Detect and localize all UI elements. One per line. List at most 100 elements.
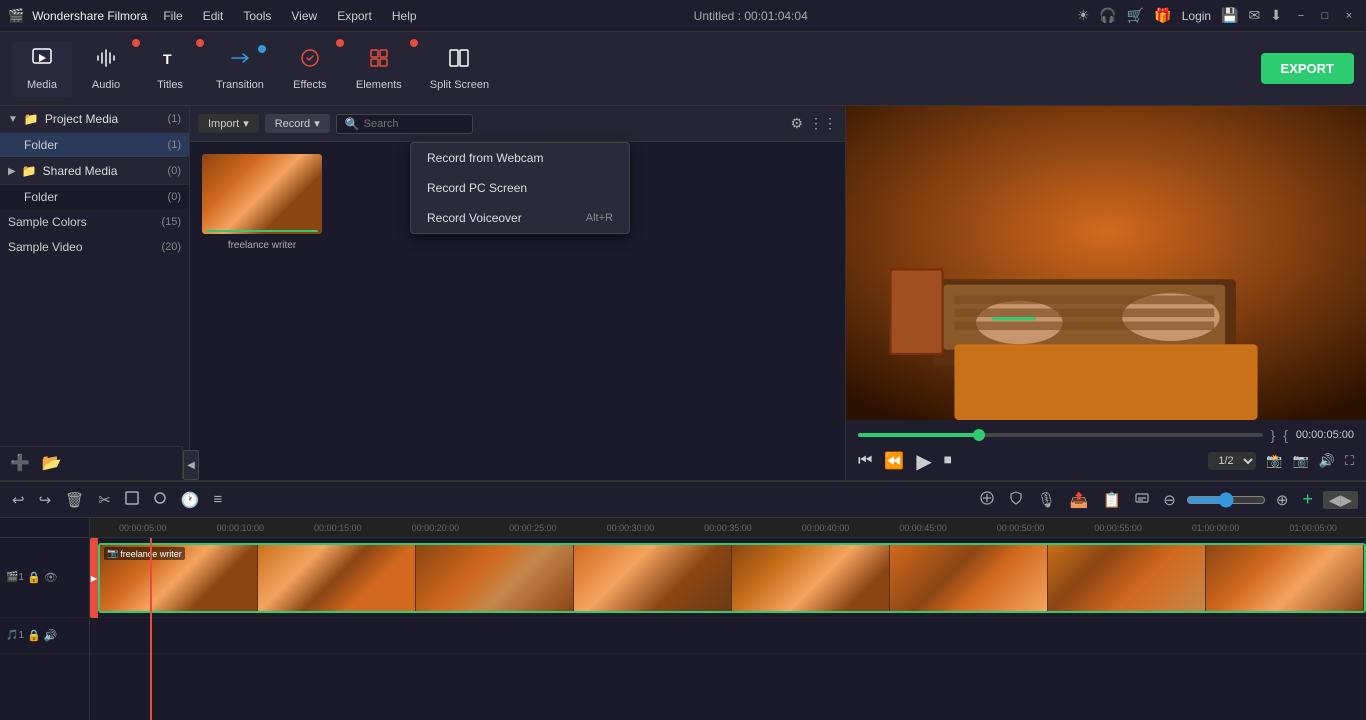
grid-icon[interactable]: ⋮⋮ (809, 115, 837, 132)
menu-tools[interactable]: Tools (235, 7, 279, 25)
bracket-right-icon[interactable]: { (1283, 427, 1288, 443)
audio-track-row (90, 618, 1366, 654)
toolbar-effects[interactable]: Effects (280, 41, 340, 97)
minimize-button[interactable]: − (1292, 7, 1310, 25)
audio-mute-icon[interactable]: 🔊 (44, 629, 58, 642)
dropdown-record-voiceover[interactable]: Record Voiceover Alt+R (411, 203, 629, 233)
camera-icon[interactable]: 📷 (1293, 453, 1309, 469)
toolbar-audio[interactable]: Audio (76, 41, 136, 97)
new-folder-icon[interactable]: ➕ (10, 453, 30, 473)
toolbar-transition[interactable]: Transition (204, 41, 276, 97)
zoom-in-button[interactable]: ⊕ (1272, 489, 1293, 511)
cart-icon[interactable]: 🛒 (1127, 7, 1144, 24)
headset-icon[interactable]: 🎧 (1099, 7, 1116, 24)
gift-icon[interactable]: 🎁 (1154, 7, 1171, 24)
media-thumb-progress (206, 230, 318, 232)
export-button[interactable]: EXPORT (1261, 53, 1354, 84)
circle-button[interactable] (149, 489, 171, 511)
menu-export[interactable]: Export (329, 7, 380, 25)
dropdown-record-screen[interactable]: Record PC Screen (411, 173, 629, 203)
menu-help[interactable]: Help (384, 7, 425, 25)
svg-text:T: T (163, 51, 172, 67)
sidebar-item-folder-shared[interactable]: Folder (0) (0, 185, 189, 210)
dropdown-record-webcam[interactable]: Record from Webcam (411, 143, 629, 173)
clock-button[interactable]: 🕐 (177, 489, 204, 511)
record-webcam-label: Record from Webcam (427, 151, 543, 165)
undo-button[interactable]: ↩ (8, 489, 29, 511)
sun-icon[interactable]: ☀ (1077, 7, 1090, 24)
tick-7: 00:00:40:00 (777, 523, 875, 533)
redo-button[interactable]: ↪ (35, 489, 56, 511)
maximize-button[interactable]: □ (1316, 7, 1334, 25)
sidebar-collapse-button[interactable]: ◀ (183, 450, 190, 480)
bracket-left-icon[interactable]: } (1271, 427, 1276, 443)
delete-button[interactable]: 🗑 (61, 489, 88, 511)
play-button[interactable]: ▶ (916, 449, 931, 474)
stop-button[interactable]: ⏹ (944, 452, 952, 470)
sidebar-header-project[interactable]: ▼ 📁 Project Media (1) (0, 106, 189, 133)
ctrl-right: 1/2 📸 📷 🔊 ⛶ (1208, 452, 1354, 470)
titles-dot (196, 39, 204, 47)
video-track-icons: 🎬1 🔒 👁 (6, 571, 83, 584)
cut-button[interactable]: ✂ (94, 489, 115, 511)
upload-icon[interactable]: 📤 (1066, 489, 1093, 511)
window-controls[interactable]: − □ × (1292, 7, 1358, 25)
search-input[interactable] (364, 118, 464, 130)
prev-frame-button[interactable]: ⏮ (858, 452, 872, 470)
volume-icon[interactable]: 🔊 (1319, 453, 1335, 469)
noise-icon[interactable] (975, 488, 999, 512)
screenshot-icon[interactable]: 📸 (1266, 453, 1282, 469)
sample-colors-count: (15) (161, 216, 181, 228)
toolbar-media[interactable]: Media (12, 41, 72, 97)
collapse-track-button[interactable]: ◀▶ (1323, 491, 1358, 509)
preview-panel: } { 00:00:05:00 ⏮ ⏪ ▶ ⏹ 1/2 📸 📷 🔊 ⛶ (846, 106, 1366, 480)
sidebar-item-sample-colors[interactable]: Sample Colors (15) (0, 210, 189, 235)
import-button[interactable]: Import ▾ (198, 114, 259, 133)
sidebar-section-shared: ▶ 📁 Shared Media (0) Folder (0) (0, 158, 189, 210)
menu-edit[interactable]: Edit (195, 7, 232, 25)
sidebar-item-sample-video[interactable]: Sample Video (20) (0, 235, 189, 260)
shield-icon[interactable] (1005, 489, 1027, 511)
fullscreen-icon[interactable]: ⛶ (1345, 453, 1354, 469)
login-button[interactable]: Login (1182, 9, 1211, 23)
menu-file[interactable]: File (155, 7, 190, 25)
video-track-controls: 🎬1 🔒 👁 (0, 538, 89, 618)
zoom-slider[interactable] (1186, 492, 1266, 508)
record-button[interactable]: Record ▾ (265, 114, 330, 133)
quality-selector[interactable]: 1/2 (1208, 452, 1256, 470)
settings-button[interactable]: ≡ (209, 489, 226, 510)
download-icon[interactable]: ⬇ (1270, 7, 1282, 24)
filter-icon[interactable]: ⚙ (790, 115, 803, 132)
toolbar-titles[interactable]: T Titles (140, 41, 200, 97)
menu-bar[interactable]: File Edit Tools View Export Help (155, 7, 424, 25)
lock-icon[interactable]: 🔒 (27, 571, 41, 584)
mail-icon[interactable]: ✉ (1249, 7, 1261, 24)
search-box[interactable]: 🔍 (336, 114, 473, 134)
zoom-out-button[interactable]: ⊖ (1159, 489, 1180, 511)
playhead[interactable] (150, 538, 152, 720)
toolbar-split-screen[interactable]: Split Screen (418, 41, 501, 97)
crop-button[interactable] (121, 489, 143, 511)
collapse-arrow-icon: ◀ (187, 460, 190, 471)
media-item-0[interactable]: freelance writer (202, 154, 322, 251)
sidebar-header-shared[interactable]: ▶ 📁 Shared Media (0) (0, 158, 189, 185)
toolbar-elements[interactable]: Elements (344, 41, 414, 97)
import-folder-icon[interactable]: 📂 (42, 453, 62, 473)
save-icon[interactable]: 💾 (1221, 7, 1238, 24)
subtitle-icon[interactable] (1131, 489, 1153, 511)
progress-bar[interactable] (858, 433, 1263, 437)
sidebar-item-folder-project[interactable]: Folder (1) (0, 133, 189, 158)
rewind-button[interactable]: ⏪ (884, 451, 904, 471)
sample-video-label: Sample Video (8, 240, 83, 254)
close-button[interactable]: × (1340, 7, 1358, 25)
eye-icon[interactable]: 👁 (44, 571, 58, 584)
media-thumb-0[interactable] (202, 154, 322, 234)
audio-lock-icon[interactable]: 🔒 (27, 629, 41, 642)
timeline-ruler: 00:00:05:00 00:00:10:00 00:00:15:00 00:0… (90, 518, 1366, 538)
mic-icon[interactable]: 🎙 (1033, 489, 1060, 511)
add-track-button[interactable]: + (1298, 487, 1317, 512)
audio-icon (95, 47, 117, 75)
menu-view[interactable]: View (283, 7, 325, 25)
video-clip-0[interactable]: 📷 freelance writer (98, 543, 1366, 613)
clipboard-icon[interactable]: 📋 (1099, 489, 1126, 511)
